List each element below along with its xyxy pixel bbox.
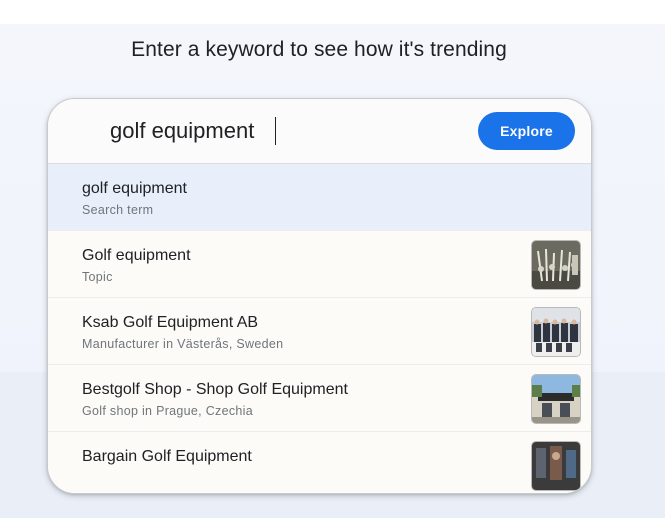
search-bar: Explore — [48, 99, 591, 164]
suggestion-subtitle: Topic — [82, 270, 113, 284]
search-input[interactable] — [110, 116, 450, 146]
suggestion-list: golf equipment Search term Golf equipmen… — [48, 164, 591, 493]
suggestion-subtitle: Golf shop in Prague, Czechia — [82, 404, 253, 418]
storefront-thumbnail — [531, 374, 581, 424]
suggestion-item-manufacturer[interactable]: Ksab Golf Equipment AB Manufacturer in V… — [48, 298, 591, 365]
suggestion-item-topic[interactable]: Golf equipment Topic — [48, 231, 591, 298]
suggestion-title: Golf equipment — [82, 247, 191, 264]
explore-button[interactable]: Explore — [478, 112, 575, 150]
suggestion-item-search-term[interactable]: golf equipment Search term — [48, 164, 591, 231]
suggestion-title: Bargain Golf Equipment — [82, 448, 252, 465]
group-photo-thumbnail — [531, 307, 581, 357]
page-title: Enter a keyword to see how it's trending — [131, 38, 507, 61]
text-caret — [275, 117, 276, 145]
golf-clubs-thumbnail — [531, 240, 581, 290]
suggestion-item-golf-shop[interactable]: Bestgolf Shop - Shop Golf Equipment Golf… — [48, 365, 591, 432]
suggestion-title: Ksab Golf Equipment AB — [82, 314, 259, 331]
suggestion-title: Bestgolf Shop - Shop Golf Equipment — [82, 381, 348, 398]
suggestion-title: golf equipment — [82, 180, 187, 197]
store-interior-thumbnail — [531, 441, 581, 491]
suggestion-item-bargain[interactable]: Bargain Golf Equipment — [48, 432, 591, 493]
search-autocomplete-card: Explore golf equipment Search term Golf … — [47, 98, 592, 494]
suggestion-subtitle: Search term — [82, 203, 154, 217]
suggestion-subtitle: Manufacturer in Västerås, Sweden — [82, 337, 284, 351]
